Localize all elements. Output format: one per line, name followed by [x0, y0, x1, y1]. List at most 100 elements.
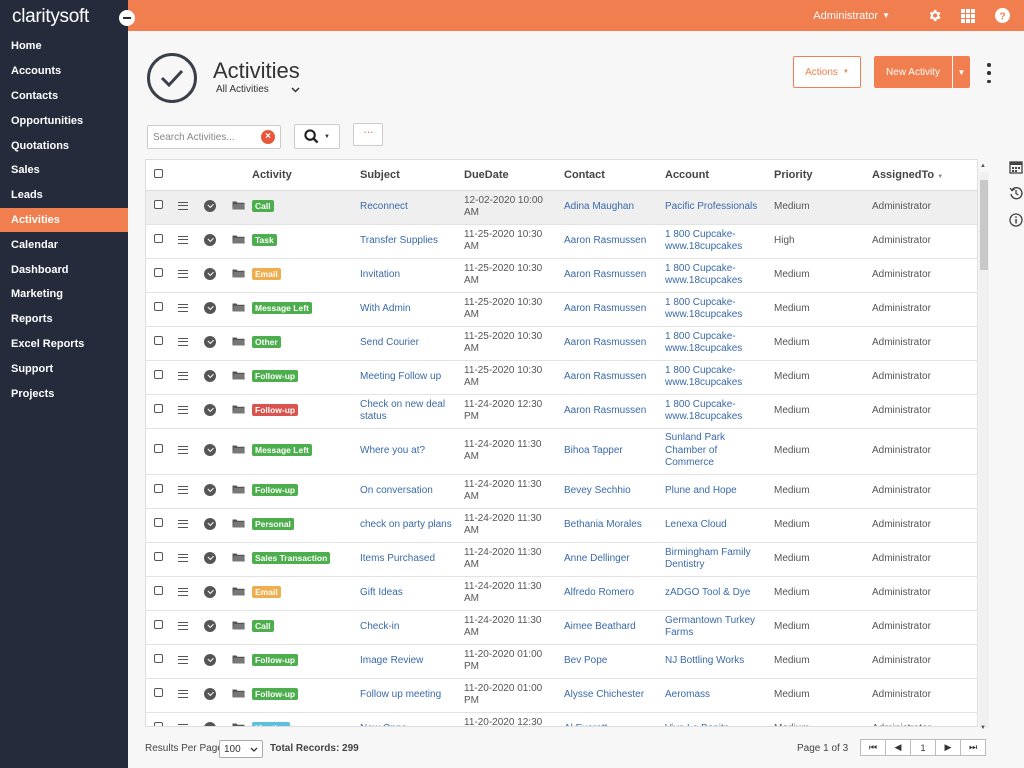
- sidebar-item-calendar[interactable]: Calendar: [0, 232, 128, 257]
- account-cell[interactable]: Birmingham Family Dentistry: [665, 542, 774, 577]
- row-checkbox[interactable]: [153, 200, 163, 210]
- table-row[interactable]: Task Transfer Supplies 11-25-2020 10:30 AM…: [146, 224, 977, 259]
- row-checkbox[interactable]: [153, 370, 163, 380]
- sidebar-item-activities[interactable]: Activities: [0, 207, 128, 233]
- table-row[interactable]: Call Check-in 11-24-2020 11:30 AM Aimee Bea…: [146, 610, 977, 645]
- folder-icon[interactable]: [232, 688, 245, 703]
- search-input[interactable]: [153, 131, 261, 143]
- contact-cell[interactable]: Aaron Rasmussen: [564, 224, 665, 259]
- sidebar-item-marketing[interactable]: Marketing: [0, 282, 128, 307]
- calendar-icon[interactable]: [1009, 160, 1023, 174]
- scroll-up-icon[interactable]: ▲: [980, 163, 986, 169]
- complete-check-icon[interactable]: [204, 518, 216, 531]
- contact-cell[interactable]: Adina Maughan: [564, 190, 665, 225]
- account-cell[interactable]: Plune and Hope: [665, 474, 774, 509]
- table-row[interactable]: Follow-up Follow up meeting 11-20-2020 01:…: [146, 678, 977, 713]
- subject-cell[interactable]: Check on new deal status: [360, 394, 464, 429]
- folder-icon[interactable]: [232, 302, 245, 317]
- help-icon[interactable]: ?: [994, 8, 1010, 24]
- table-row[interactable]: Email Gift Ideas 11-24-2020 11:30 AM Alfred…: [146, 576, 977, 611]
- column-header-activity[interactable]: Activity: [252, 160, 360, 191]
- account-cell[interactable]: 1 800 Cupcake-www.18cupcakes: [665, 360, 774, 395]
- menu-icon[interactable]: [178, 304, 188, 313]
- table-row[interactable]: Follow-up Image Review 11-20-2020 01:00 PM…: [146, 644, 977, 679]
- folder-icon[interactable]: [232, 200, 245, 215]
- column-header-priority[interactable]: Priority: [774, 160, 872, 191]
- first-page-button[interactable]: ⏮: [860, 739, 886, 756]
- complete-check-icon[interactable]: [204, 552, 216, 565]
- menu-icon[interactable]: [178, 656, 188, 665]
- account-cell[interactable]: 1 800 Cupcake-www.18cupcakes: [665, 292, 774, 327]
- subject-cell[interactable]: Invitation: [360, 258, 464, 293]
- complete-check-icon[interactable]: [204, 234, 216, 247]
- subject-cell[interactable]: Image Review: [360, 644, 464, 679]
- table-row[interactable]: Follow-up Check on new deal status 11-24-2…: [146, 394, 977, 429]
- row-checkbox[interactable]: [153, 404, 163, 414]
- row-checkbox[interactable]: [153, 444, 163, 454]
- complete-check-icon[interactable]: [204, 654, 216, 667]
- table-row[interactable]: Follow-up Meeting Follow up 11-25-2020 10:…: [146, 360, 977, 395]
- complete-check-icon[interactable]: [204, 688, 216, 701]
- contact-cell[interactable]: Aaron Rasmussen: [564, 258, 665, 293]
- sidebar-item-opportunities[interactable]: Opportunities: [0, 108, 128, 133]
- table-row[interactable]: Message Left With Admin 11-25-2020 10:30 A…: [146, 292, 977, 327]
- folder-icon[interactable]: [232, 722, 245, 726]
- account-cell[interactable]: Germantown Turkey Farms: [665, 610, 774, 645]
- column-header-duedate[interactable]: DueDate: [464, 160, 564, 191]
- account-cell[interactable]: 1 800 Cupcake-www.18cupcakes: [665, 224, 774, 259]
- sidebar-item-leads[interactable]: Leads: [0, 183, 128, 208]
- next-page-button[interactable]: ▶: [935, 739, 961, 756]
- column-header-account[interactable]: Account: [665, 160, 774, 191]
- row-checkbox[interactable]: [153, 722, 163, 726]
- row-checkbox[interactable]: [153, 302, 163, 312]
- sidebar-item-support[interactable]: Support: [0, 356, 128, 381]
- complete-check-icon[interactable]: [204, 336, 216, 349]
- history-icon[interactable]: [1009, 186, 1023, 200]
- folder-icon[interactable]: [232, 518, 245, 533]
- column-header-assignedto[interactable]: AssignedTo ▼: [872, 160, 977, 191]
- sidebar-item-dashboard[interactable]: Dashboard: [0, 257, 128, 282]
- menu-icon[interactable]: [178, 520, 188, 529]
- folder-icon[interactable]: [232, 586, 245, 601]
- subject-cell[interactable]: Gift Ideas: [360, 576, 464, 611]
- view-selector[interactable]: All Activities: [216, 84, 300, 95]
- folder-icon[interactable]: [232, 336, 245, 351]
- menu-icon[interactable]: [178, 724, 188, 726]
- folder-icon[interactable]: [232, 404, 245, 419]
- contact-cell[interactable]: Bev Pope: [564, 644, 665, 679]
- apps-grid-icon[interactable]: [960, 8, 976, 24]
- sidebar-item-reports[interactable]: Reports: [0, 307, 128, 332]
- account-cell[interactable]: Viva La Bonita: [665, 712, 774, 726]
- contact-cell[interactable]: Aaron Rasmussen: [564, 292, 665, 327]
- folder-icon[interactable]: [232, 620, 245, 635]
- menu-icon[interactable]: [178, 202, 188, 211]
- account-cell[interactable]: Sunland Park Chamber of Commerce: [665, 428, 774, 475]
- account-cell[interactable]: NJ Bottling Works: [665, 644, 774, 679]
- collapse-sidebar-icon[interactable]: [119, 10, 135, 26]
- complete-check-icon[interactable]: [204, 200, 216, 213]
- row-checkbox[interactable]: [153, 586, 163, 596]
- info-icon[interactable]: [1009, 213, 1023, 227]
- complete-check-icon[interactable]: [204, 484, 216, 497]
- menu-icon[interactable]: [178, 270, 188, 279]
- select-all-checkbox[interactable]: [153, 168, 163, 178]
- new-activity-button[interactable]: New Activity: [874, 56, 952, 88]
- subject-cell[interactable]: New Opps: [360, 712, 464, 726]
- complete-check-icon[interactable]: [204, 444, 216, 457]
- account-cell[interactable]: 1 800 Cupcake-www.18cupcakes: [665, 258, 774, 293]
- account-cell[interactable]: Pacific Professionals: [665, 190, 774, 225]
- subject-cell[interactable]: Check-in: [360, 610, 464, 645]
- search-button[interactable]: ▼: [294, 124, 340, 149]
- subject-cell[interactable]: check on party plans: [360, 508, 464, 543]
- contact-cell[interactable]: Aaron Rasmussen: [564, 360, 665, 395]
- subject-cell[interactable]: Where you at?: [360, 428, 464, 475]
- table-row[interactable]: Personal check on party plans 11-24-2020 1…: [146, 508, 977, 543]
- folder-icon[interactable]: [232, 268, 245, 283]
- subject-cell[interactable]: On conversation: [360, 474, 464, 509]
- grid-scrollbar[interactable]: ▲ ▼: [979, 163, 989, 731]
- row-checkbox[interactable]: [153, 336, 163, 346]
- table-row[interactable]: Email Invitation 11-25-2020 10:30 AM Aaron …: [146, 258, 977, 293]
- menu-icon[interactable]: [178, 372, 188, 381]
- scroll-down-icon[interactable]: ▼: [980, 725, 986, 731]
- complete-check-icon[interactable]: [204, 722, 216, 726]
